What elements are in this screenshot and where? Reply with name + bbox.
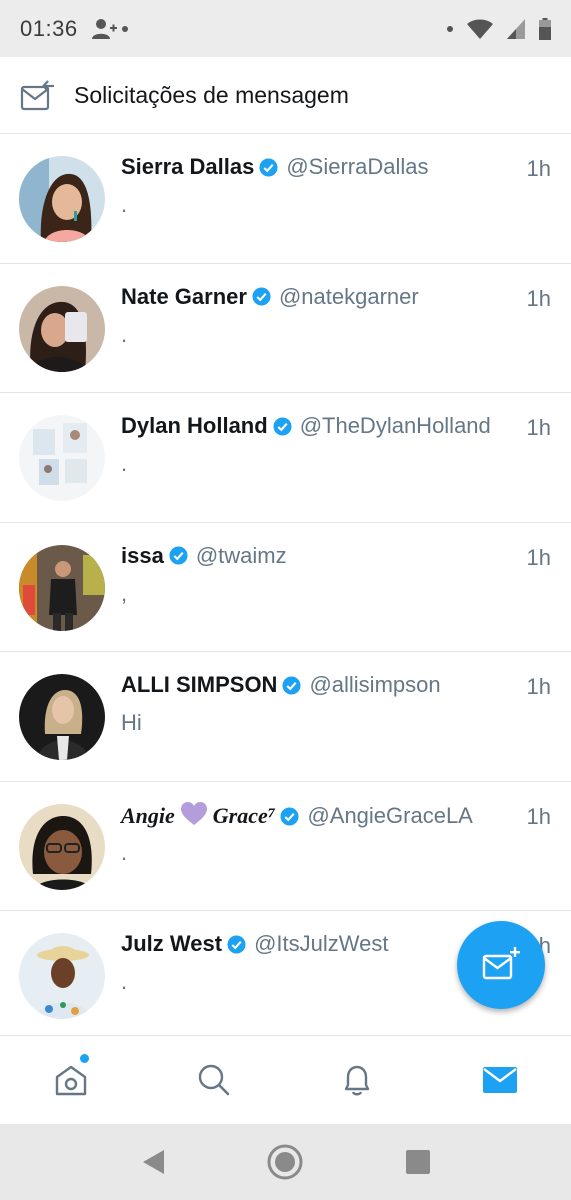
person-add-icon: [91, 18, 117, 39]
home-button-icon[interactable]: [266, 1143, 304, 1181]
name-line: Sierra Dallas @SierraDallas: [121, 154, 428, 180]
battery-icon: [539, 17, 551, 40]
verified-badge-icon: [282, 675, 301, 695]
home-badge-dot: [80, 1054, 89, 1063]
recents-icon[interactable]: [405, 1149, 431, 1175]
username-handle: @natekgarner: [278, 283, 419, 309]
nav-messages[interactable]: [428, 1036, 571, 1124]
avatar[interactable]: [19, 156, 105, 242]
timestamp: 1h: [526, 674, 551, 699]
username-handle: @TheDylanHolland: [299, 413, 491, 438]
message-requests-header[interactable]: Solicitações de mensagem: [0, 57, 571, 134]
message-preview: Hi: [121, 710, 142, 735]
bottom-nav: [0, 1035, 571, 1124]
avatar[interactable]: [19, 933, 105, 1019]
nav-home[interactable]: [0, 1036, 143, 1124]
list-item[interactable]: ALLI SIMPSON @allisimpson 1h Hi: [0, 652, 571, 782]
nav-notifications[interactable]: [286, 1036, 429, 1124]
message-preview: .: [121, 969, 128, 994]
avatar[interactable]: [19, 803, 105, 890]
list-item[interactable]: issa @twaimz 1h ,: [0, 523, 571, 652]
display-name: issa: [121, 542, 164, 568]
message-preview: ,: [121, 580, 128, 606]
notification-dot-icon: [121, 25, 128, 32]
verified-badge-icon: [227, 934, 246, 954]
avatar[interactable]: [19, 285, 105, 372]
list-item[interactable]: Angie Grace⁷ @AngieGraceLA 1h .: [0, 782, 571, 911]
message-request-icon: [20, 80, 54, 111]
username-handle: @ItsJulzWest: [254, 931, 389, 956]
status-bar: 01:36: [0, 0, 571, 57]
message-preview: .: [121, 839, 128, 865]
timestamp: 1h: [526, 803, 551, 829]
display-name: Dylan Holland: [121, 413, 268, 438]
back-icon[interactable]: [140, 1148, 166, 1176]
verified-badge-icon: [169, 546, 188, 565]
display-name: ALLI SIMPSON: [121, 672, 278, 697]
status-right-icons: [447, 17, 551, 40]
list-item[interactable]: Sierra Dallas @SierraDallas 1h .: [0, 134, 571, 264]
home-icon: [56, 1065, 87, 1096]
search-icon: [198, 1064, 230, 1096]
name-line: Julz West @ItsJulzWest: [121, 931, 388, 957]
name-line: ALLI SIMPSON @allisimpson: [121, 672, 441, 698]
nav-search[interactable]: [143, 1036, 286, 1124]
timestamp: 1h: [526, 544, 551, 570]
timestamp: 1h: [526, 156, 551, 181]
display-name: Sierra Dallas: [121, 154, 255, 179]
username-handle: @AngieGraceLA: [307, 803, 473, 828]
name-line: Nate Garner @natekgarner: [121, 284, 419, 310]
name-line: issa @twaimz: [121, 543, 287, 569]
signal-icon: [507, 18, 525, 39]
list-item[interactable]: Dylan Holland @TheDylanHolland 1h .: [0, 393, 571, 523]
verified-badge-icon: [273, 416, 292, 436]
page-title: Solicitações de mensagem: [74, 81, 349, 108]
new-message-icon: [482, 947, 520, 980]
username-handle: @SierraDallas: [286, 154, 429, 179]
avatar[interactable]: [19, 674, 105, 760]
status-left-icons: [91, 18, 128, 40]
display-name: Nate Garner: [121, 283, 247, 309]
status-time: 01:36: [20, 15, 78, 41]
new-message-button[interactable]: [457, 921, 545, 1009]
display-name-part1: Angie: [121, 803, 175, 828]
username-handle: @twaimz: [195, 542, 287, 568]
avatar[interactable]: [19, 544, 105, 631]
message-preview: .: [121, 192, 128, 217]
message-preview: .: [121, 321, 128, 347]
wifi-icon: [467, 19, 493, 39]
username-handle: @allisimpson: [309, 672, 441, 697]
dot-icon: [447, 25, 453, 32]
verified-badge-icon: [280, 806, 299, 826]
messages-icon: [482, 1067, 517, 1093]
display-name-part2: Grace⁷: [212, 803, 276, 828]
list-item[interactable]: Nate Garner @natekgarner 1h .: [0, 264, 571, 393]
name-line: Dylan Holland @TheDylanHolland: [121, 413, 491, 439]
message-request-list: Sierra Dallas @SierraDallas 1h . Nate Ga…: [0, 134, 571, 1041]
purple-heart-icon: [180, 801, 207, 831]
timestamp: 1h: [526, 285, 551, 311]
name-line: Angie Grace⁷ @AngieGraceLA: [121, 801, 473, 831]
notifications-icon: [344, 1065, 370, 1096]
verified-badge-icon: [259, 157, 278, 177]
display-name: Julz West: [121, 931, 223, 956]
system-nav-bar: [0, 1124, 571, 1200]
timestamp: 1h: [526, 415, 551, 440]
message-preview: .: [121, 451, 128, 476]
verified-badge-icon: [252, 287, 271, 306]
avatar[interactable]: [19, 415, 105, 501]
